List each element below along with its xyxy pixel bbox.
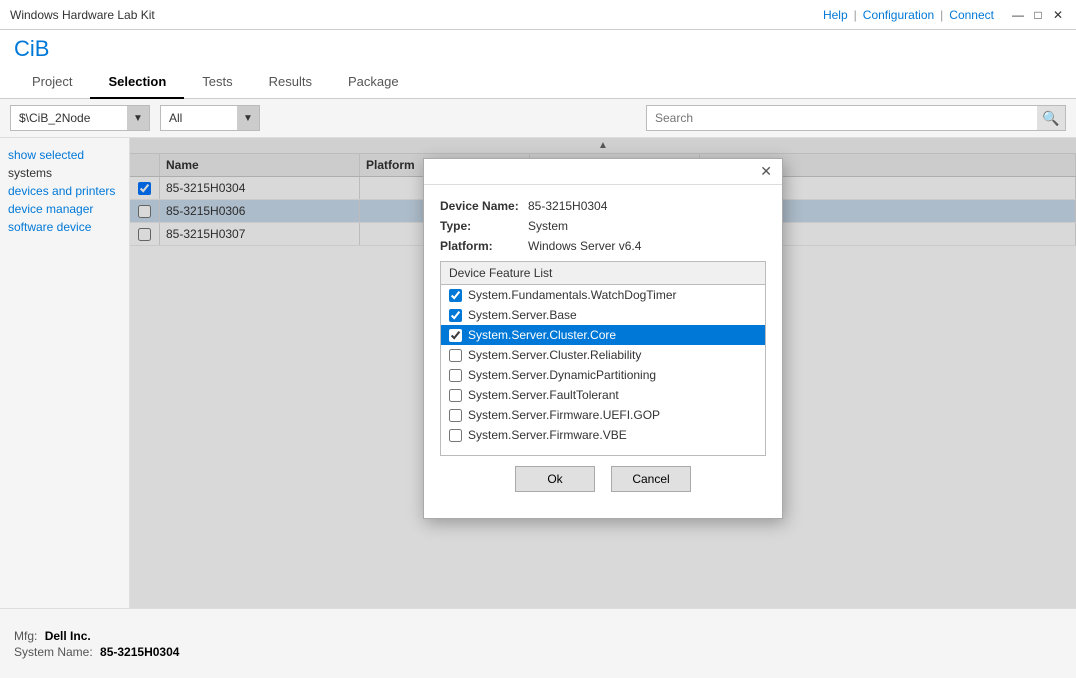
feature-item[interactable]: System.Server.DynamicPartitioning (441, 365, 765, 385)
filter-dropdown-arrow[interactable]: ▼ (237, 106, 259, 130)
platform-value: Windows Server v6.4 (528, 239, 641, 253)
maximize-button[interactable]: □ (1030, 8, 1046, 22)
system-name-label: System Name: (14, 645, 93, 659)
feature-item[interactable]: System.Server.Cluster.Reliability (441, 345, 765, 365)
cancel-button[interactable]: Cancel (611, 466, 691, 492)
node-dropdown-arrow[interactable]: ▼ (127, 106, 149, 130)
mfg-label: Mfg: (14, 629, 37, 643)
title-bar: Windows Hardware Lab Kit Help | Configur… (0, 0, 1076, 30)
feature-item[interactable]: System.Server.Base (441, 305, 765, 325)
mfg-line: Mfg: Dell Inc. (14, 629, 1062, 643)
sep1: | (854, 8, 857, 22)
type-value: System (528, 219, 568, 233)
feature-item[interactable]: System.Fundamentals.WatchDogTimer (441, 285, 765, 305)
filter-dropdown-value: All (161, 111, 237, 125)
search-input[interactable] (647, 111, 1037, 125)
sidebar-item-software-device[interactable]: software device (8, 220, 121, 234)
filter-dropdown[interactable]: All ▼ (160, 105, 260, 131)
configuration-link[interactable]: Configuration (863, 8, 934, 22)
type-label: Type: (440, 219, 520, 233)
feature-label: System.Server.Firmware.VBE (468, 428, 627, 442)
sidebar-item-show-selected[interactable]: show selected (8, 148, 121, 162)
device-name-value: 85-3215H0304 (528, 199, 607, 213)
app-header: CiB Project Selection Tests Results Pack… (0, 30, 1076, 99)
feature-item[interactable]: System.Server.FaultTolerant (441, 385, 765, 405)
modal-overlay: ✕ Device Name: 85-3215H0304 Type: System… (130, 138, 1076, 608)
main-area: show selected systems devices and printe… (0, 138, 1076, 608)
feature-item[interactable]: System.Server.Firmware.UEFI.GOP (441, 405, 765, 425)
search-bar: 🔍 (646, 105, 1066, 131)
feature-label: System.Server.Firmware.UEFI.GOP (468, 408, 660, 422)
window-controls: — □ ✕ (1010, 8, 1066, 22)
feature-label: System.Server.FaultTolerant (468, 388, 619, 402)
feature-checkbox[interactable] (449, 389, 462, 402)
search-icon[interactable]: 🔍 (1037, 106, 1065, 130)
feature-item[interactable]: System.Server.Firmware.VBE (441, 425, 765, 445)
tab-tests[interactable]: Tests (184, 66, 250, 99)
mfg-value: Dell Inc. (45, 629, 91, 643)
sep2: | (940, 8, 943, 22)
feature-checkbox[interactable] (449, 409, 462, 422)
device-feature-list-header: Device Feature List (441, 262, 765, 285)
feature-label: System.Server.Cluster.Reliability (468, 348, 641, 362)
nav-tabs: Project Selection Tests Results Package (14, 66, 1062, 98)
minimize-button[interactable]: — (1010, 8, 1026, 22)
feature-label: System.Server.Cluster.Core (468, 328, 616, 342)
system-name-line: System Name: 85-3215H0304 (14, 645, 1062, 659)
app-title: Windows Hardware Lab Kit (10, 8, 155, 22)
node-dropdown-value: $\CiB_2Node (11, 111, 127, 125)
modal-body: Device Name: 85-3215H0304 Type: System P… (424, 185, 782, 518)
status-bar: Mfg: Dell Inc. System Name: 85-3215H0304 (0, 608, 1076, 678)
feature-checkbox[interactable] (449, 369, 462, 382)
sidebar-item-systems[interactable]: systems (8, 166, 121, 180)
tab-selection[interactable]: Selection (90, 66, 184, 99)
node-dropdown[interactable]: $\CiB_2Node ▼ (10, 105, 150, 131)
sidebar-item-device-manager[interactable]: device manager (8, 202, 121, 216)
platform-label: Platform: (440, 239, 520, 253)
tab-results[interactable]: Results (251, 66, 330, 99)
tab-package[interactable]: Package (330, 66, 417, 99)
feature-label: System.Fundamentals.WatchDogTimer (468, 288, 677, 302)
modal-close-button[interactable]: ✕ (756, 163, 776, 180)
feature-list-scroll[interactable]: System.Fundamentals.WatchDogTimer System.… (441, 285, 765, 455)
connect-link[interactable]: Connect (949, 8, 994, 22)
feature-item[interactable]: System.Server.Cluster.Core (441, 325, 765, 345)
app-logo: CiB (14, 36, 1062, 62)
modal-title-bar: ✕ (424, 159, 782, 185)
device-feature-list-box: Device Feature List System.Fundamentals.… (440, 261, 766, 456)
feature-checkbox[interactable] (449, 289, 462, 302)
sidebar: show selected systems devices and printe… (0, 138, 130, 608)
tab-project[interactable]: Project (14, 66, 90, 99)
sidebar-item-devices-printers[interactable]: devices and printers (8, 184, 121, 198)
device-name-label: Device Name: (440, 199, 520, 213)
modal-dialog: ✕ Device Name: 85-3215H0304 Type: System… (423, 158, 783, 519)
table-area: ▲ Name Platform Machine Group 85-3215H03… (130, 138, 1076, 608)
ok-button[interactable]: Ok (515, 466, 595, 492)
help-link[interactable]: Help (823, 8, 848, 22)
feature-checkbox[interactable] (449, 309, 462, 322)
type-field: Type: System (440, 219, 766, 233)
feature-label: System.Server.Base (468, 308, 577, 322)
feature-label: System.Server.DynamicPartitioning (468, 368, 656, 382)
feature-checkbox[interactable] (449, 349, 462, 362)
system-name-value: 85-3215H0304 (100, 645, 179, 659)
device-name-field: Device Name: 85-3215H0304 (440, 199, 766, 213)
feature-checkbox[interactable] (449, 329, 462, 342)
close-button[interactable]: ✕ (1050, 8, 1066, 22)
feature-checkbox[interactable] (449, 429, 462, 442)
modal-buttons: Ok Cancel (440, 456, 766, 506)
toolbar: $\CiB_2Node ▼ All ▼ 🔍 (0, 99, 1076, 138)
platform-field: Platform: Windows Server v6.4 (440, 239, 766, 253)
